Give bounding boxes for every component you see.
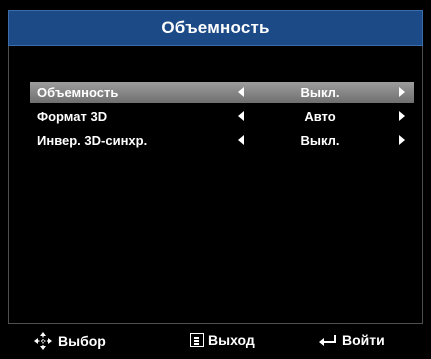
- menu-item-value: Выкл.: [300, 85, 340, 100]
- menu-item-3d-sync-invert[interactable]: Инвер. 3D-синхр. Выкл.: [30, 130, 414, 151]
- enter-hint-label: Войти: [342, 332, 385, 348]
- select-hint-label: Выбор: [58, 333, 106, 349]
- enter-arrow-icon: [318, 333, 338, 347]
- exit-hint-label: Выход: [208, 332, 255, 348]
- settings-menu: Объемность Выкл. Формат 3D Авто Инвер. 3…: [30, 82, 414, 154]
- select-hint: Выбор: [32, 332, 106, 350]
- arrow-right-icon[interactable]: [399, 87, 405, 97]
- four-way-arrows-icon: [32, 332, 54, 350]
- arrow-right-icon[interactable]: [399, 135, 405, 145]
- menu-item-label: Формат 3D: [37, 109, 108, 124]
- footer-hints: Выбор Выход Войти: [8, 328, 423, 354]
- exit-hint: Выход: [190, 332, 255, 348]
- menu-item-3d[interactable]: Объемность Выкл.: [30, 82, 414, 103]
- arrow-left-icon[interactable]: [238, 111, 244, 121]
- arrow-left-icon[interactable]: [238, 135, 244, 145]
- menu-item-value: Выкл.: [300, 133, 340, 148]
- menu-box-icon: [190, 333, 204, 347]
- menu-item-label: Объемность: [37, 85, 119, 100]
- arrow-right-icon[interactable]: [399, 111, 405, 121]
- page-title: Объемность: [161, 18, 270, 37]
- menu-item-3d-format[interactable]: Формат 3D Авто: [30, 106, 414, 127]
- title-bar: Объемность: [8, 10, 423, 46]
- arrow-left-icon[interactable]: [238, 87, 244, 97]
- menu-item-value: Авто: [304, 109, 336, 124]
- enter-hint: Войти: [318, 332, 385, 348]
- menu-item-label: Инвер. 3D-синхр.: [37, 133, 148, 148]
- osd-window: Объемность Объемность Выкл. Формат 3D Ав…: [0, 0, 431, 359]
